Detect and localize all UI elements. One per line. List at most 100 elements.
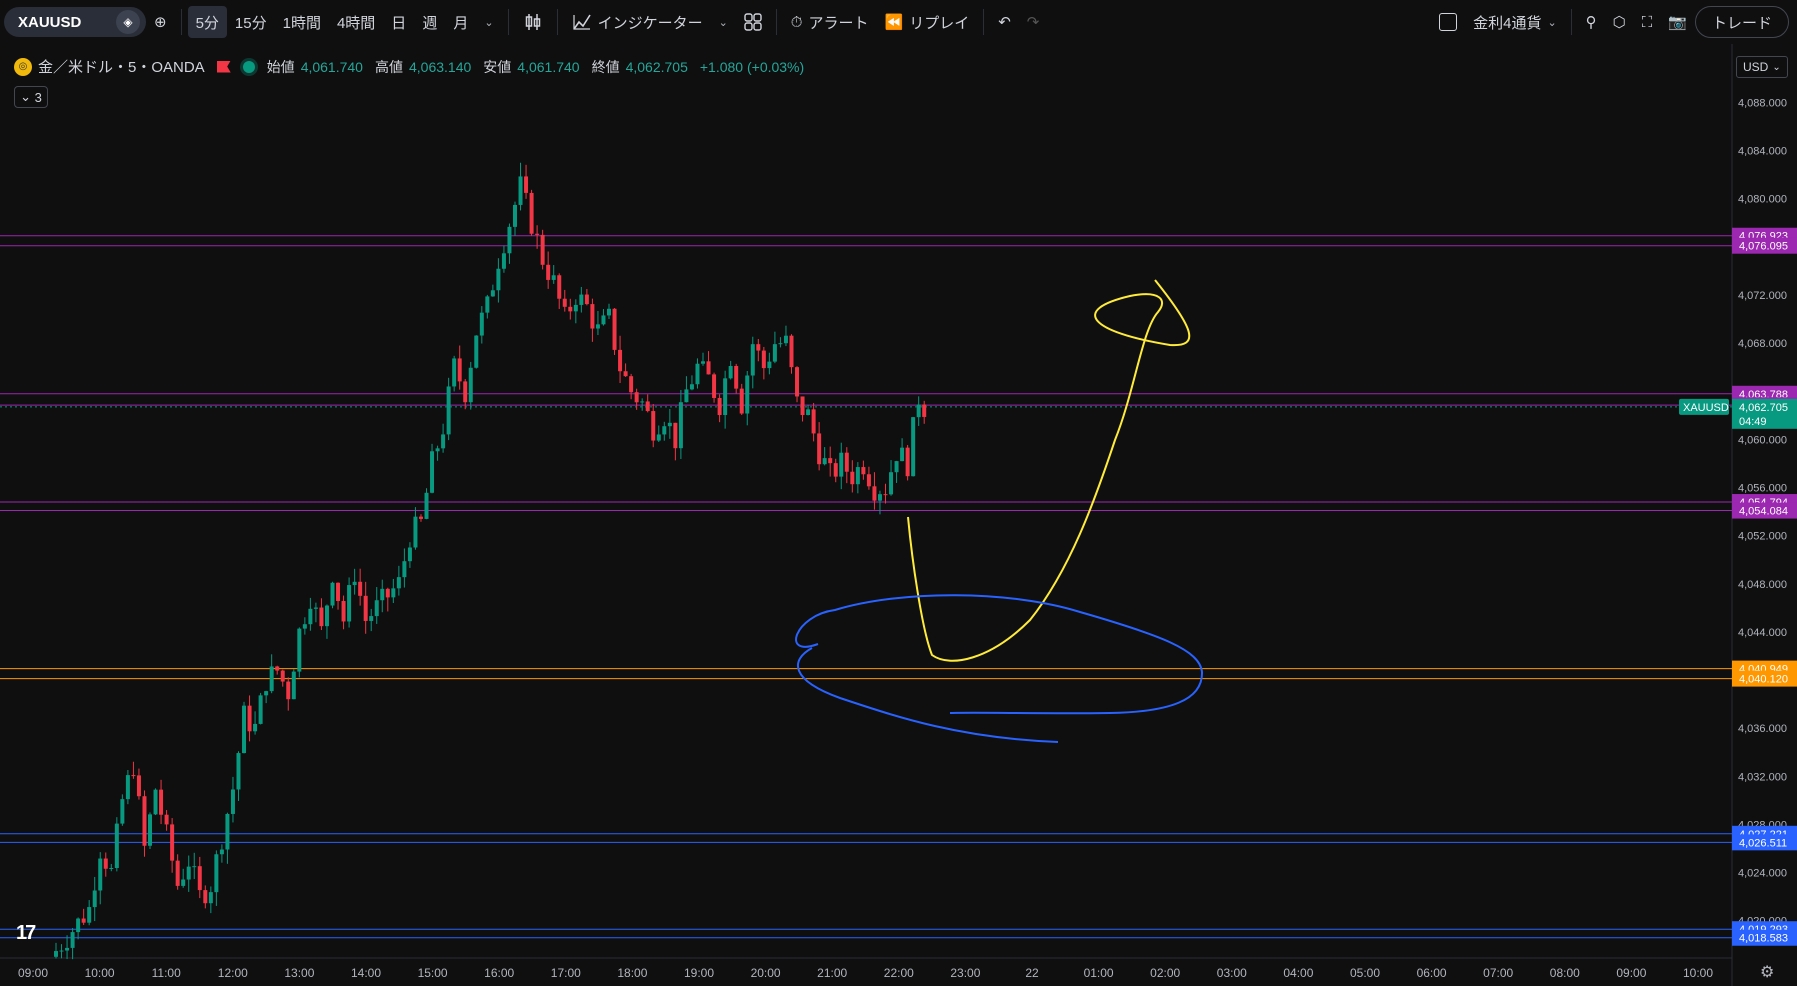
diamond-icon[interactable]: ◈ — [116, 10, 140, 34]
candle-body — [197, 866, 202, 891]
indicators-button[interactable]: インジケーター — [564, 6, 711, 38]
candle-body — [153, 789, 158, 815]
timeframe-day[interactable]: 日 — [383, 6, 414, 38]
watchlist-button[interactable]: 金利4通貨 ⌄ — [1431, 6, 1565, 38]
candle-body — [684, 389, 689, 403]
candle-body — [905, 447, 910, 477]
time-tick-label: 13:00 — [284, 966, 314, 980]
compare-add-icon[interactable]: ⊕ — [146, 6, 175, 38]
candle-body — [872, 486, 877, 501]
divider — [180, 9, 182, 35]
symbol-search[interactable]: XAUUSD ◈ — [4, 7, 146, 37]
candle-body — [811, 409, 816, 434]
candle-body — [170, 824, 175, 861]
candle-body — [59, 950, 64, 952]
candle-body — [424, 492, 429, 519]
candle-body — [92, 890, 97, 908]
toolbar-right: 金利4通貨 ⌄ ⚲ ⬡ ⛶ 📷 トレード — [1431, 6, 1797, 38]
candle-body — [723, 378, 728, 416]
price-tick-label: 4,088.000 — [1738, 97, 1787, 109]
candle-body — [219, 849, 224, 855]
legend-title[interactable]: 金／米ドル・5・OANDA — [38, 56, 205, 77]
settings-gear-icon[interactable]: ⬡ — [1605, 6, 1634, 38]
candle-body — [474, 335, 479, 368]
low-label: 安値 — [483, 58, 512, 75]
chevron-down-icon: ⌄ — [1547, 16, 1557, 29]
time-tick-label: 07:00 — [1483, 966, 1513, 980]
time-tick-label: 17:00 — [551, 966, 581, 980]
price-tag-label: 4,076.095 — [1739, 241, 1788, 253]
divider — [983, 9, 985, 35]
market-flag-icon — [216, 60, 231, 73]
candle-body — [717, 397, 722, 416]
quick-search-icon[interactable]: ⚲ — [1578, 6, 1605, 38]
candle-body — [524, 176, 529, 193]
candle-body — [883, 494, 888, 496]
candle-body — [911, 417, 916, 477]
price-tick-label: 4,024.000 — [1738, 868, 1787, 880]
price-tag-label: 4,040.120 — [1739, 674, 1788, 686]
close-value: 4,062.705 — [625, 58, 688, 75]
candle-body — [800, 396, 805, 416]
candle-body — [468, 367, 473, 403]
timeframe-1h[interactable]: 1時間 — [275, 6, 329, 38]
timeframe-4h[interactable]: 4時間 — [329, 6, 383, 38]
grid-icon — [744, 13, 762, 31]
candle-body — [175, 860, 180, 886]
candle-body — [877, 494, 882, 501]
candle-body — [479, 312, 484, 336]
alert-button[interactable]: ⏱ アラート — [783, 6, 877, 38]
collapse-indicators-button[interactable]: ⌄ 3 — [14, 86, 48, 108]
candle-body — [418, 516, 423, 519]
candle-body — [258, 695, 263, 724]
undo-icon[interactable]: ↶ — [990, 6, 1019, 38]
fullscreen-icon[interactable]: ⛶ — [1634, 6, 1661, 38]
divider — [775, 9, 777, 35]
candle-body — [358, 581, 363, 596]
trade-button[interactable]: トレード — [1694, 6, 1789, 38]
candle-body — [778, 343, 783, 345]
timeframe-5m[interactable]: 5分 — [187, 6, 227, 38]
price-tick-label: 4,072.000 — [1738, 290, 1787, 302]
timeframe-15m[interactable]: 15分 — [227, 6, 275, 38]
candle-body — [518, 176, 523, 205]
candle-body — [850, 471, 855, 485]
time-tick-label: 22 — [1025, 966, 1039, 980]
alert-clock-icon: ⏱ — [790, 13, 803, 31]
candle-body — [109, 868, 114, 870]
replay-button[interactable]: ⏪ リプレイ — [877, 6, 978, 38]
price-tick-label: 4,044.000 — [1738, 627, 1787, 639]
camera-icon[interactable]: 📷 — [1660, 6, 1695, 38]
price-chart[interactable]: 4,020.0004,024.0004,028.0004,032.0004,03… — [0, 44, 1797, 986]
timeframe-week[interactable]: 週 — [414, 6, 445, 38]
indicators-label: インジケーター — [597, 14, 703, 32]
time-tick-label: 05:00 — [1350, 966, 1380, 980]
time-tick-label: 09:00 — [18, 966, 48, 980]
timeframe-dropdown-icon[interactable]: ⌄ — [476, 6, 501, 38]
candle-body — [148, 814, 153, 846]
candle-body — [817, 433, 822, 465]
countdown-label: 04:49 — [1739, 416, 1767, 428]
candle-body — [866, 474, 871, 487]
candle-body — [662, 426, 667, 435]
candle-body — [568, 306, 573, 312]
indicators-dropdown-icon[interactable]: ⌄ — [711, 6, 736, 38]
candle-body — [208, 892, 213, 904]
currency-select[interactable]: USD ⌄ — [1736, 56, 1788, 78]
chart-settings-icon[interactable]: ⚙ — [1760, 962, 1774, 982]
candle-body — [125, 775, 130, 800]
layouts-grid-icon[interactable] — [736, 6, 770, 38]
time-tick-label: 01:00 — [1084, 966, 1114, 980]
time-tick-label: 20:00 — [751, 966, 781, 980]
candle-body — [734, 366, 739, 389]
candle-body — [441, 434, 446, 449]
candle-body — [833, 463, 838, 477]
candle-body — [407, 547, 412, 562]
candle-body — [214, 854, 219, 893]
candle-type-icon[interactable] — [515, 6, 551, 38]
candle-body — [87, 907, 92, 923]
candle-body — [253, 723, 258, 732]
redo-icon[interactable]: ↷ — [1019, 6, 1048, 38]
timeframe-month[interactable]: 月 — [445, 6, 476, 38]
high-value: 4,063.140 — [408, 58, 472, 75]
